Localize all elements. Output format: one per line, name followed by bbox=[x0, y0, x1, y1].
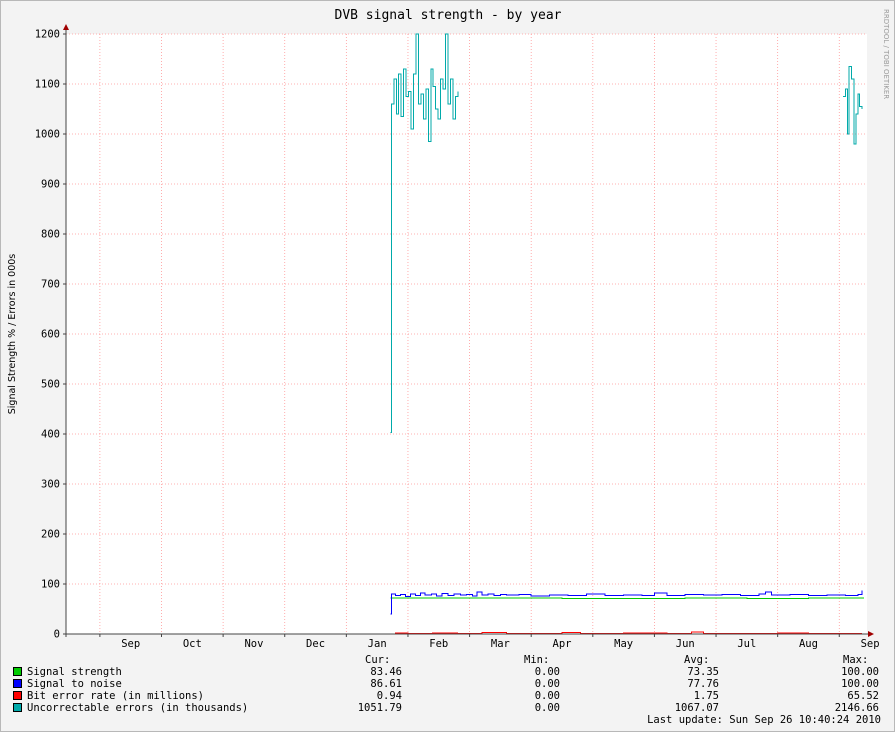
rrdtool-watermark: RRDTOOL / TOBI OETIKER bbox=[882, 9, 890, 99]
stats-header-avg: Avg: bbox=[684, 654, 710, 666]
stat-min: 0.00 bbox=[534, 666, 560, 678]
x-axis-arrow bbox=[868, 631, 874, 637]
x-tick-label: Dec bbox=[306, 638, 325, 650]
y-tick-label: 0 bbox=[54, 629, 60, 641]
legend-swatch-signal-to-noise bbox=[13, 679, 22, 688]
y-tick-label: 600 bbox=[41, 329, 60, 341]
x-tick-label: Oct bbox=[183, 638, 202, 650]
stat-max: 2146.66 bbox=[834, 702, 879, 714]
x-tick-label: Sep bbox=[861, 638, 880, 650]
x-tick-label: Sep bbox=[121, 638, 140, 650]
x-tick-label: Jan bbox=[368, 638, 387, 650]
stats-header-min: Min: bbox=[524, 654, 550, 666]
stat-cur: 83.46 bbox=[370, 666, 402, 678]
y-tick-label: 1200 bbox=[35, 29, 60, 41]
legend-label: Signal to noise bbox=[27, 678, 122, 690]
y-axis-label: Signal Strength % / Errors in 000s bbox=[7, 254, 18, 415]
chart-svg: DVB signal strength - by year Signal Str… bbox=[7, 8, 890, 650]
y-tick-label: 700 bbox=[41, 279, 60, 291]
grid-layer bbox=[66, 33, 867, 634]
stat-min: 0.00 bbox=[534, 678, 560, 690]
y-tick-label: 200 bbox=[41, 529, 60, 541]
x-tick-label: Nov bbox=[244, 638, 263, 650]
y-tick-label: 400 bbox=[41, 429, 60, 441]
stat-cur: 1051.79 bbox=[357, 702, 402, 714]
x-tick-label: Feb bbox=[429, 638, 448, 650]
stat-max: 65.52 bbox=[847, 690, 879, 702]
stat-max: 100.00 bbox=[841, 666, 879, 678]
legend-swatch-bit-error-rate bbox=[13, 691, 22, 700]
stat-avg: 1.75 bbox=[693, 690, 719, 702]
x-tick-label: May bbox=[614, 638, 633, 650]
legend-swatch-uncorrectable-errors bbox=[13, 703, 22, 712]
series-line-0 bbox=[390, 597, 864, 599]
rrd-graph: DVB signal strength - by year Signal Str… bbox=[0, 0, 895, 732]
x-tick-label: Mar bbox=[491, 638, 510, 650]
x-tick-label: Aug bbox=[799, 638, 818, 650]
y-tick-label: 300 bbox=[41, 479, 60, 491]
stat-min: 0.00 bbox=[534, 702, 560, 714]
legend-label: Bit error rate (in millions) bbox=[27, 690, 205, 702]
stats-header-max: Max: bbox=[843, 654, 869, 666]
x-tick-label: Jul bbox=[737, 638, 756, 650]
last-update: Last update: Sun Sep 26 10:40:24 2010 bbox=[647, 714, 881, 726]
y-tick-label: 100 bbox=[41, 579, 60, 591]
chart-title: DVB signal strength - by year bbox=[335, 8, 562, 23]
legend-label: Uncorrectable errors (in thousands) bbox=[27, 702, 249, 714]
y-tick-label: 1100 bbox=[35, 79, 60, 91]
y-tick-label: 800 bbox=[41, 229, 60, 241]
stat-cur: 0.94 bbox=[376, 690, 402, 702]
y-tick-label: 500 bbox=[41, 379, 60, 391]
stat-min: 0.00 bbox=[534, 690, 560, 702]
stat-max: 100.00 bbox=[841, 678, 879, 690]
legend-swatch-signal-strength bbox=[13, 667, 22, 676]
y-tick-label: 1000 bbox=[35, 129, 60, 141]
y-axis-arrow bbox=[63, 24, 69, 30]
stat-cur: 86.61 bbox=[370, 678, 402, 690]
y-tick-label: 900 bbox=[41, 179, 60, 191]
legend-label: Signal strength bbox=[27, 666, 122, 678]
x-tick-label: Jun bbox=[676, 638, 695, 650]
stat-avg: 1067.07 bbox=[674, 702, 719, 714]
x-tick-label: Apr bbox=[553, 638, 572, 650]
stats-header-cur: Cur: bbox=[365, 654, 391, 666]
stat-avg: 73.35 bbox=[687, 666, 719, 678]
stat-avg: 77.76 bbox=[687, 678, 719, 690]
